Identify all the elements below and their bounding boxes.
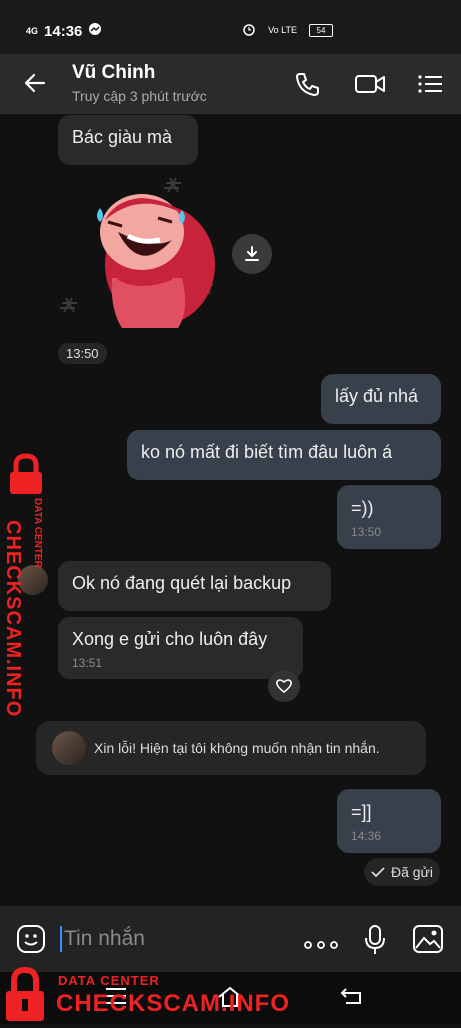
messenger-icon [88, 22, 102, 40]
message-bubble-received[interactable]: Xong e gửi cho luôn đây 13:51 [58, 617, 303, 679]
composer-bar: Tin nhắn [0, 906, 461, 972]
check-icon [371, 867, 385, 878]
list-menu-icon [418, 75, 442, 93]
status-time: 14:36 [44, 22, 83, 40]
heart-icon [276, 679, 292, 693]
contact-status: Truy cập 3 phút trước [72, 88, 207, 104]
battery-icon: 54 [309, 23, 333, 37]
auto-reply-notice: Xin lỗi! Hiện tại tôi không muốn nhận ti… [36, 721, 426, 775]
arrow-left-icon [24, 73, 46, 93]
message-timestamp: 13:50 [58, 343, 107, 364]
more-dots-icon [304, 941, 338, 949]
gallery-button[interactable] [412, 924, 444, 959]
microphone-icon [365, 925, 385, 954]
sticker-image[interactable] [60, 170, 230, 335]
message-bubble-sent[interactable]: =)) 13:50 [337, 485, 441, 549]
watermark-lock-icon [4, 452, 48, 501]
call-button[interactable] [294, 70, 322, 98]
contact-name[interactable]: Vũ Chinh [72, 62, 155, 84]
watermark-bottom-small: DATA CENTER [58, 973, 160, 988]
sticker-smile-icon [17, 925, 45, 953]
status-bar: 4G 14:36 Vo LTE 54 [0, 0, 461, 54]
menu-button[interactable] [416, 70, 444, 98]
video-camera-icon [355, 75, 385, 93]
watermark-side-small: DATA CENTER [32, 498, 43, 568]
back-nav-button[interactable] [340, 986, 364, 1011]
back-button[interactable] [22, 70, 48, 96]
message-timestamp: 13:50 [351, 525, 382, 539]
message-text: Bác giàu mà [72, 127, 173, 147]
message-timestamp: 14:36 [351, 829, 382, 843]
message-timestamp: 13:51 [72, 656, 103, 670]
return-arrow-icon [340, 988, 361, 1004]
message-bubble-received[interactable]: Bác giàu mà [58, 115, 198, 165]
message-text: =)) [351, 498, 374, 518]
watermark-bottom-big: CHECKSCAM.INFO [56, 990, 290, 1017]
voice-button[interactable] [364, 924, 386, 961]
status-right: Vo LTE 54 [242, 22, 333, 38]
battery-level: 54 [316, 25, 326, 35]
download-button[interactable] [232, 234, 272, 274]
network-indicator: 4G [26, 26, 39, 36]
status-left: 4G 14:36 [26, 22, 102, 40]
message-bubble-sent[interactable]: =]] 14:36 [337, 789, 441, 853]
more-button[interactable] [304, 936, 338, 954]
notice-text: Xin lỗi! Hiện tại tôi không muốn nhận ti… [94, 740, 380, 756]
message-bubble-received[interactable]: Ok nó đang quét lại backup [58, 561, 331, 611]
message-bubble-sent[interactable]: lấy đủ nhá [321, 374, 441, 424]
message-text: =]] [351, 802, 372, 822]
message-text: Xong e gửi cho luôn đây [72, 629, 268, 649]
message-text: Ok nó đang quét lại backup [72, 573, 292, 593]
message-input[interactable]: Tin nhắn [60, 926, 145, 952]
react-button[interactable] [268, 670, 300, 702]
volte-label: Vo LTE [268, 25, 297, 35]
alarm-icon [242, 22, 256, 38]
watermark-lock-icon [2, 965, 48, 1028]
sent-status-label: Đã gửi [390, 864, 434, 880]
message-bubble-sent[interactable]: ko nó mất đi biết tìm đâu luôn á [127, 430, 441, 480]
emoji-button[interactable] [16, 924, 46, 959]
phone-icon [296, 73, 319, 96]
watermark-side-big: CHECKSCAM.INFO [2, 520, 24, 718]
chat-header: Vũ Chinh Truy cập 3 phút trước [0, 54, 461, 114]
message-text: lấy đủ nhá [335, 386, 419, 406]
video-call-button[interactable] [354, 70, 386, 98]
sent-status: Đã gửi [364, 858, 440, 886]
message-text: ko nó mất đi biết tìm đâu luôn á [141, 442, 393, 462]
avatar [52, 731, 86, 765]
download-icon [245, 246, 259, 261]
image-icon [413, 925, 443, 953]
